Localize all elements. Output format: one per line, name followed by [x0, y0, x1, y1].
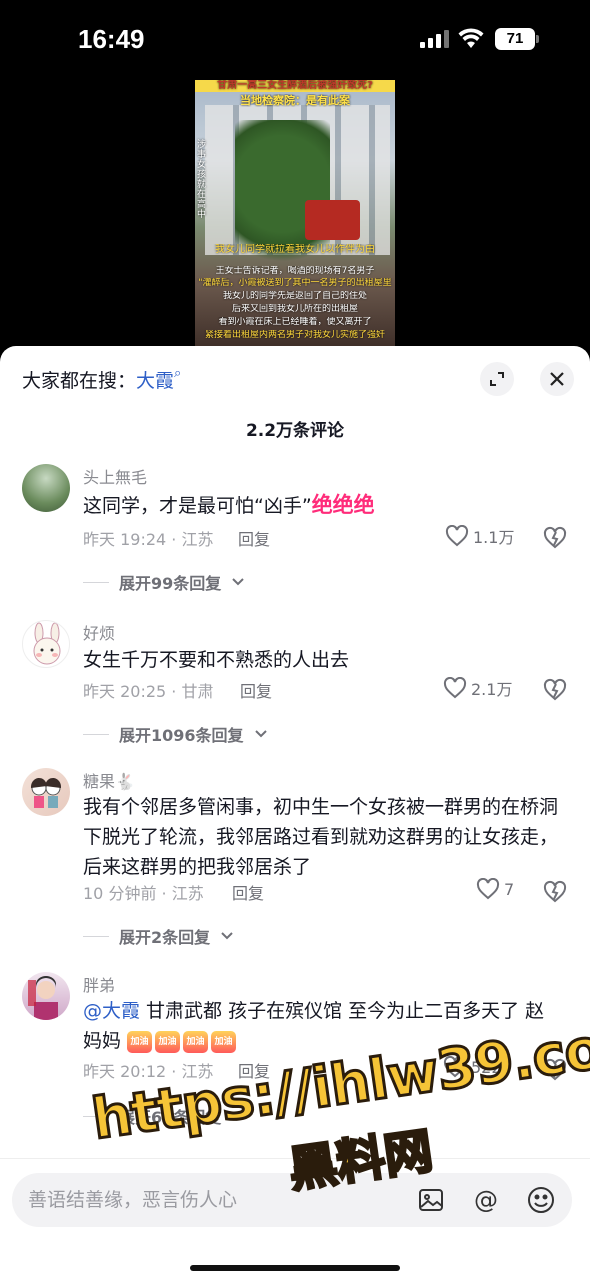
expand-fullscreen-button[interactable]	[480, 362, 514, 396]
dislike-icon[interactable]	[543, 526, 567, 550]
like-button[interactable]: 7	[476, 878, 514, 900]
like-count: 5229	[471, 1057, 512, 1077]
heart-icon	[443, 677, 467, 699]
dislike-icon[interactable]	[543, 1058, 567, 1082]
video-title-banner: 甘肃一高三女生醉酒后被强奸致死?	[195, 80, 395, 92]
video-caption-line: 看到小霞在床上已经睡着，便又离开了	[218, 317, 372, 327]
mention-link[interactable]: @大霞	[83, 1000, 140, 1022]
divider	[83, 581, 109, 583]
avatar[interactable]	[22, 620, 70, 668]
comment-username[interactable]: 头上無毛	[83, 464, 147, 488]
chevron-down-icon	[254, 730, 267, 738]
video-caption-line: 王女士告诉记者，喝酒的现场有7名男子	[215, 266, 375, 276]
comment-meta: 昨天 20:12 · 江苏	[83, 1062, 214, 1081]
video-subtitle: 当地检察院：是有此案	[240, 94, 350, 107]
avatar[interactable]	[22, 972, 70, 1020]
emoji-icon[interactable]	[526, 1185, 556, 1215]
comment-meta: 10 分钟前 · 江苏	[83, 884, 204, 903]
mention-icon[interactable]: @	[471, 1185, 501, 1215]
status-bar: 16:49 71	[0, 0, 590, 80]
comment-body: 这同学，才是最可怕“凶手”	[83, 495, 312, 517]
like-count: 1.1万	[473, 528, 515, 547]
expand-replies-label: 展开2条回复	[119, 928, 211, 947]
wifi-icon	[458, 28, 484, 50]
heart-icon	[443, 1056, 467, 1078]
comment-text: @大霞 甘肃武都 孩子在殡仪馆 至今为止二百多天了 赵妈妈 加油 加油 加油 加油	[83, 996, 563, 1056]
comment-username[interactable]: 好烦	[83, 620, 115, 644]
close-icon	[550, 372, 564, 386]
comment-count-title: 2.2万条评论	[245, 421, 345, 441]
heart-icon	[476, 878, 500, 900]
like-button[interactable]: 2.1万	[443, 676, 512, 700]
video-caption-line: "灌醉后，小霞被送到了其中一名男子的出租屋里	[198, 278, 392, 288]
comment-input-bar: @	[0, 1158, 590, 1280]
video-caption-line: 后来又回到我女儿所在的出租屋	[231, 304, 358, 314]
comment-input[interactable]	[28, 1173, 408, 1227]
expand-replies-label: 展开69条回复	[119, 1108, 222, 1127]
expand-replies[interactable]: 展开2条回复	[83, 924, 234, 948]
dislike-icon[interactable]	[543, 880, 567, 904]
expand-replies[interactable]: 展开99条回复	[83, 570, 245, 594]
expand-replies[interactable]: 展开1096条回复	[83, 722, 268, 746]
comment-meta: 昨天 20:25 · 甘肃	[83, 682, 214, 701]
cheer-sticker: 加油	[155, 1030, 181, 1053]
battery-indicator: 71	[495, 28, 539, 50]
dislike-icon[interactable]	[543, 678, 567, 702]
chevron-down-icon	[232, 578, 244, 586]
comment-meta: 昨天 19:24 · 江苏	[83, 530, 214, 549]
avatar[interactable]	[22, 464, 70, 512]
cellular-signal-icon	[420, 30, 450, 48]
video-caption-line: 我女儿的同学先是返回了自己的住处	[222, 291, 367, 301]
like-button[interactable]: 5229	[443, 1056, 512, 1078]
like-count: 7	[504, 879, 515, 899]
chevron-down-icon	[232, 1112, 244, 1120]
search-icon: ⌕	[174, 366, 182, 381]
comments-sheet: 大家都在搜：大霞⌕ 2.2万条评论 头上無毛 这同学，才是最可怕“凶手”绝绝绝 …	[0, 346, 590, 1280]
video-vehicle-scene	[305, 200, 360, 240]
like-count: 2.1万	[471, 680, 513, 699]
home-indicator	[190, 1265, 400, 1271]
video-player[interactable]: 甘肃一高三女生醉酒后被强奸致死? 当地检察院：是有此案 涉事女孩就在高中 我女儿…	[195, 80, 395, 348]
reply-button[interactable]: 回复	[238, 1058, 270, 1082]
heart-icon	[445, 525, 469, 547]
trending-search-prefix: 大家都在搜：	[22, 370, 137, 392]
comment-text: 我有个邻居多管闲事，初中生一个女孩被一群男的在桥洞下脱光了轮流，我邻居路过看到就…	[83, 796, 559, 878]
reply-button[interactable]: 回复	[240, 678, 272, 702]
comment-body: 甘肃武都 孩子在殡仪馆 至今为止二百多天了 赵妈妈	[83, 1000, 545, 1052]
cheer-sticker: 加油	[127, 1030, 153, 1053]
cheer-sticker: 加油	[183, 1030, 209, 1053]
chevron-down-icon	[221, 932, 233, 940]
expand-icon	[490, 372, 504, 386]
expand-replies[interactable]: 展开69条回复	[83, 1104, 245, 1128]
cheer-sticker: 加油	[211, 1030, 237, 1053]
comment-emphasis: 绝绝绝	[311, 493, 375, 517]
comment-text: 女生千万不要和不熟悉的人出去	[83, 649, 350, 671]
comment-input-container: @	[12, 1173, 572, 1227]
status-time: 16:49	[78, 24, 145, 54]
video-side-text: 涉事女孩就在高中	[197, 140, 207, 220]
trending-search-keyword[interactable]: 大霞	[136, 370, 174, 392]
comment-username[interactable]: 糖果🐇	[83, 768, 135, 792]
video-caption-yellow: 我女儿同学就拉着我女儿以作伴为由	[215, 244, 375, 255]
expand-replies-label: 展开1096条回复	[119, 726, 244, 745]
divider	[83, 733, 109, 735]
like-button[interactable]: 1.1万	[445, 524, 514, 548]
reply-button[interactable]: 回复	[238, 526, 270, 550]
comment-text: 这同学，才是最可怕“凶手”绝绝绝	[83, 490, 563, 521]
avatar[interactable]	[22, 768, 70, 816]
divider	[83, 935, 109, 937]
divider	[83, 1115, 109, 1117]
trending-search[interactable]: 大家都在搜：大霞⌕	[22, 366, 181, 394]
image-icon[interactable]	[416, 1185, 446, 1215]
reply-button[interactable]: 回复	[232, 880, 264, 904]
comment-username[interactable]: 胖弟	[83, 972, 115, 996]
video-caption-line: 紧接着出租屋内两名男子对我女儿实施了强奸	[204, 330, 385, 340]
close-button[interactable]	[540, 362, 574, 396]
expand-replies-label: 展开99条回复	[119, 574, 222, 593]
